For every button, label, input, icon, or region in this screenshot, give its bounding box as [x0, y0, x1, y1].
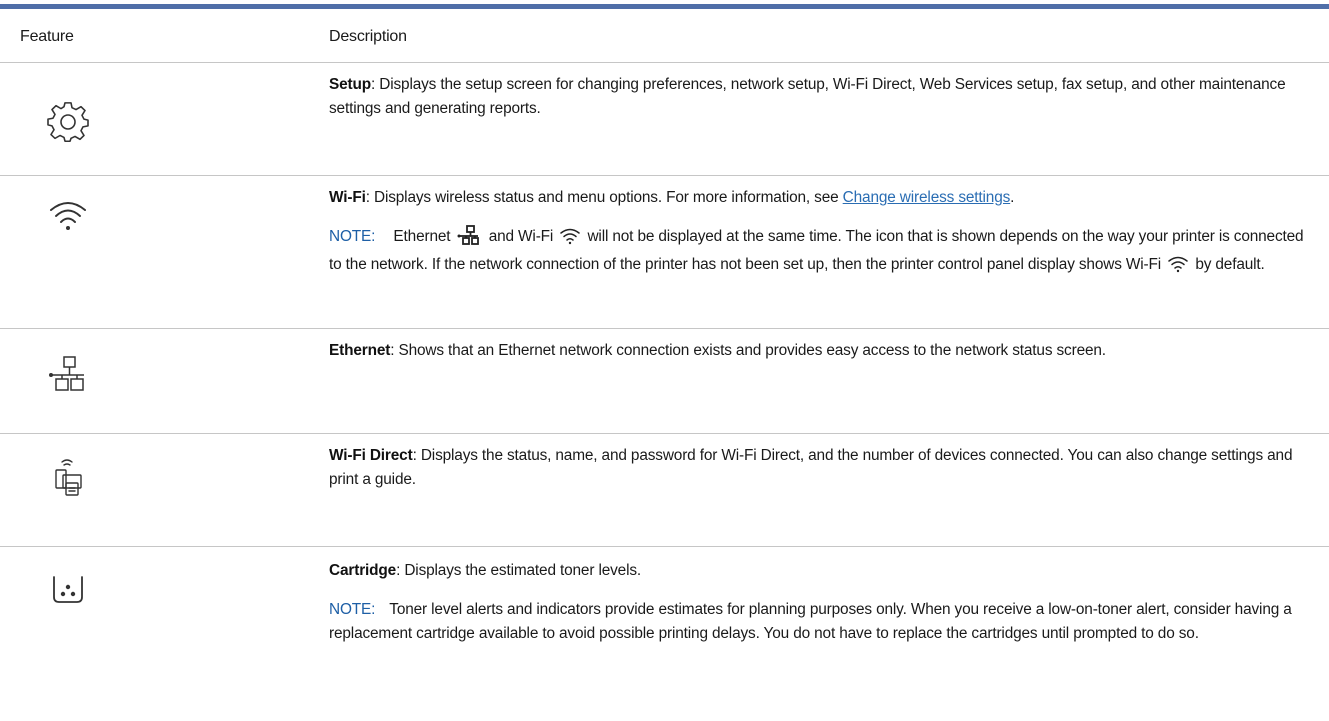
wifi-note-part4: by default. [1195, 256, 1265, 273]
ethernet-term: Ethernet [329, 342, 391, 359]
table-row-wifi: Wi-Fi: Displays wireless status and menu… [0, 176, 1329, 329]
table-row-wifi-direct: Wi-Fi Direct: Displays the status, name,… [0, 434, 1329, 547]
ethernet-text: : Shows that an Ethernet network connect… [390, 342, 1106, 359]
wifi-term: Wi-Fi [329, 189, 366, 206]
wifi-direct-description: Wi-Fi Direct: Displays the status, name,… [329, 444, 1309, 492]
gear-icon [40, 95, 96, 151]
wifi-note-part1: Ethernet [393, 228, 451, 245]
setup-text: : Displays the setup screen for changing… [329, 76, 1286, 117]
table-row-setup: Setup: Displays the setup screen for cha… [0, 63, 1329, 176]
wifi-text-end: . [1010, 189, 1015, 206]
wifi-direct-term: Wi-Fi Direct [329, 447, 413, 464]
cartridge-icon [40, 561, 96, 617]
ethernet-description: Ethernet: Shows that an Ethernet network… [329, 339, 1309, 363]
wifi-description: Wi-Fi: Displays wireless status and menu… [329, 186, 1309, 281]
wifi-note-label: NOTE: [329, 228, 376, 245]
setup-description: Setup: Displays the setup screen for cha… [329, 73, 1309, 121]
change-wireless-settings-link[interactable]: Change wireless settings [843, 189, 1011, 206]
cartridge-note-label: NOTE: [329, 601, 376, 618]
cartridge-description: Cartridge: Displays the estimated toner … [329, 559, 1309, 646]
wifi-icon [40, 188, 96, 244]
wifi-inline-icon [559, 227, 581, 253]
feature-table: Feature Description Setup: Displays the … [0, 0, 1329, 721]
wifi-inline-icon-2 [1167, 255, 1189, 281]
ethernet-inline-icon [457, 225, 483, 253]
setup-term: Setup [329, 76, 372, 93]
header-description: Description [329, 28, 407, 45]
ethernet-icon [40, 347, 96, 403]
table-row-ethernet: Ethernet: Shows that an Ethernet network… [0, 329, 1329, 434]
wifi-direct-icon [40, 452, 96, 508]
cartridge-text: : Displays the estimated toner levels. [396, 562, 642, 579]
header-feature: Feature [20, 28, 74, 45]
wifi-text: : Displays wireless status and menu opti… [365, 189, 843, 206]
wifi-direct-text: : Displays the status, name, and passwor… [329, 447, 1293, 488]
table-row-cartridge: Cartridge: Displays the estimated toner … [0, 547, 1329, 721]
cartridge-term: Cartridge [329, 562, 397, 579]
table-header-row: Feature Description [0, 9, 1329, 63]
cartridge-note-text: Toner level alerts and indicators provid… [329, 601, 1292, 642]
wifi-note-part2: and Wi-Fi [488, 228, 554, 245]
